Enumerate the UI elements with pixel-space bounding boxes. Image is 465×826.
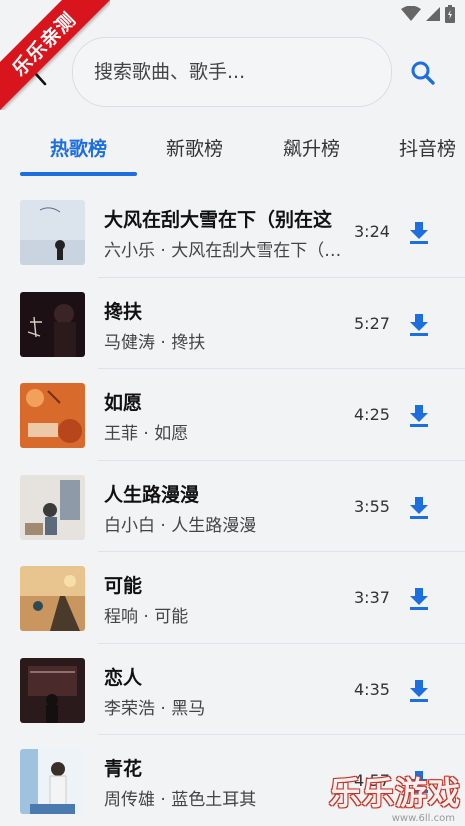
song-row[interactable]: 可能 程响 · 可能 3:37 (0, 552, 465, 644)
download-icon (410, 496, 428, 519)
search-input[interactable] (94, 61, 374, 83)
album-cover (20, 200, 85, 265)
song-row[interactable]: 如愿 王菲 · 如愿 4:25 (0, 369, 465, 461)
tab-rising[interactable]: 飙升榜 (283, 134, 340, 161)
album-cover (20, 566, 85, 631)
search-box[interactable] (72, 37, 392, 107)
song-row[interactable]: 搀扶 马健涛 · 搀扶 5:27 (0, 278, 465, 369)
battery-icon (445, 5, 455, 23)
search-icon (411, 61, 435, 85)
song-duration: 3:55 (354, 496, 390, 516)
song-duration: 3:37 (354, 588, 390, 607)
tab-indicator (20, 172, 137, 176)
song-artist-album: 马健涛 · 搀扶 (104, 332, 206, 353)
album-cover (20, 474, 85, 540)
song-list: 大风在刮大雪在下（别在这 六小乐 · 大风在刮大雪在下（… 3:24 搀扶 马健… (0, 186, 465, 826)
download-button[interactable] (404, 583, 434, 613)
watermark-url: www.6ll.com (391, 813, 455, 824)
song-title: 青花 (104, 758, 143, 780)
download-icon (410, 588, 428, 610)
song-duration: 3:24 (354, 222, 390, 241)
download-button[interactable] (404, 309, 434, 339)
song-artist-album: 六小乐 · 大风在刮大雪在下（… (104, 241, 342, 261)
download-button[interactable] (404, 400, 434, 430)
song-title: 搀扶 (104, 300, 143, 323)
song-artist-album: 王菲 · 如愿 (104, 424, 189, 444)
album-cover (20, 749, 85, 814)
ribbon-label: 乐乐亲测 (0, 0, 110, 110)
album-cover (20, 657, 85, 723)
download-button[interactable] (404, 217, 434, 247)
download-button[interactable] (404, 492, 434, 522)
tab-hot[interactable]: 热歌榜 (50, 134, 107, 161)
album-cover (20, 291, 85, 357)
song-duration: 4:35 (354, 679, 390, 699)
song-row[interactable]: 大风在刮大雪在下（别在这 六小乐 · 大风在刮大雪在下（… 3:24 (0, 186, 465, 278)
search-button[interactable] (408, 58, 438, 88)
song-title: 人生路漫漫 (104, 483, 200, 506)
song-row[interactable]: 恋人 李荣浩 · 黑马 4:35 (0, 644, 465, 735)
song-artist-album: 白小白 · 人生路漫漫 (104, 515, 257, 536)
download-icon (410, 679, 428, 702)
song-title: 恋人 (104, 666, 143, 689)
song-title: 大风在刮大雪在下（别在这 (104, 209, 333, 231)
chart-tabs: 热歌榜 新歌榜 飙升榜 抖音榜 (0, 128, 465, 178)
song-title: 可能 (104, 575, 143, 597)
download-icon (410, 222, 428, 244)
song-artist-album: 李荣浩 · 黑马 (104, 698, 206, 719)
watermark-logo: 乐乐游戏 (328, 774, 461, 812)
song-duration: 4:25 (354, 405, 390, 424)
tab-new[interactable]: 新歌榜 (166, 134, 223, 161)
signal-icon (426, 7, 440, 21)
album-cover (20, 383, 85, 448)
promo-ribbon: 乐乐亲测 (0, 0, 110, 110)
download-icon (410, 313, 428, 336)
song-title: 如愿 (104, 392, 143, 414)
song-duration: 5:27 (354, 313, 390, 333)
song-artist-album: 周传雄 · 蓝色土耳其 (104, 790, 257, 810)
song-artist-album: 程响 · 可能 (104, 607, 189, 627)
download-icon (410, 405, 428, 427)
wifi-icon (401, 6, 421, 21)
song-row[interactable]: 人生路漫漫 白小白 · 人生路漫漫 3:55 (0, 461, 465, 552)
tab-douyin[interactable]: 抖音榜 (399, 134, 456, 161)
download-button[interactable] (404, 675, 434, 705)
